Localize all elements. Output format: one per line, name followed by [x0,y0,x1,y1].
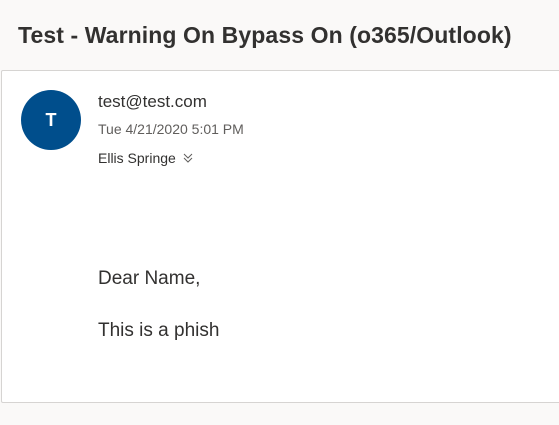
email-subject: Test - Warning On Bypass On (o365/Outloo… [18,22,512,48]
email-body-message: This is a phish [98,320,220,341]
email-body-greeting: Dear Name, [98,268,201,289]
recipient-name: Ellis Springe [98,150,176,166]
sender-avatar[interactable]: T [21,90,81,150]
sent-date: Tue 4/21/2020 5:01 PM [98,121,244,137]
avatar-initial: T [45,109,57,130]
email-reading-pane: T test@test.com Tue 4/21/2020 5:01 PM El… [1,70,559,403]
sender-address[interactable]: test@test.com [98,92,207,112]
recipient-toggle[interactable]: Ellis Springe [98,150,194,166]
subject-bar: Test - Warning On Bypass On (o365/Outloo… [0,0,559,72]
chevron-double-down-icon[interactable] [182,152,194,164]
